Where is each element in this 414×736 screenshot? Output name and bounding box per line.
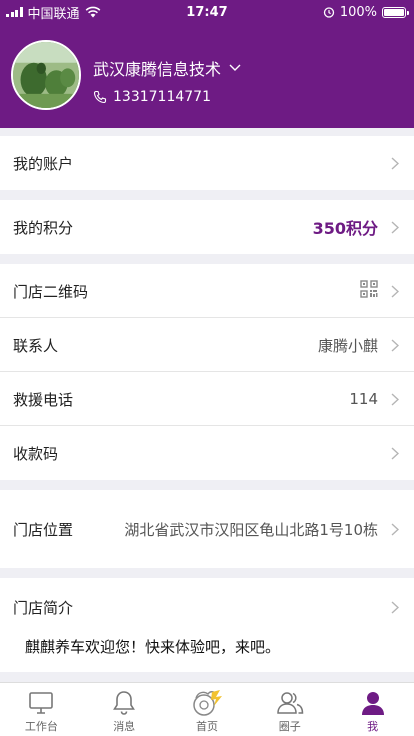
chevron-right-icon [382, 522, 408, 536]
contact-value: 康腾小麒 [317, 336, 378, 355]
tab-circle-label: 圈子 [278, 720, 301, 733]
store-location-value: 湖北省武汉市汉阳区龟山北路1号10栋 [124, 520, 378, 539]
chevron-down-icon [229, 64, 241, 71]
chevron-right-icon [382, 446, 408, 460]
store-intro-label: 门店简介 [13, 598, 74, 617]
tab-me[interactable]: 我 [331, 683, 414, 736]
phone-row[interactable]: 13317114771 [93, 89, 211, 105]
clock-time: 17:47 [186, 4, 228, 20]
avatar[interactable] [11, 40, 81, 110]
profile-header: 中国联通 17:47 100% 武汉康腾信息技术 13317114771 [0, 0, 414, 128]
chevron-right-icon [382, 156, 408, 170]
store-intro-row[interactable]: 门店简介 [0, 580, 414, 634]
chevron-right-icon [382, 600, 408, 614]
intro-section: 门店简介 [0, 578, 414, 672]
store-qrcode-label: 门店二维码 [13, 282, 89, 301]
store-location-label: 门店位置 [13, 520, 74, 539]
tab-home-label: 首页 [195, 720, 218, 733]
location-section: 门店位置 湖北省武汉市汉阳区龟山北路1号10栋 [0, 490, 414, 568]
my-points-row[interactable]: 我的积分 350积分 [0, 200, 414, 254]
chevron-right-icon [382, 392, 408, 406]
store-qrcode-row[interactable]: 门店二维码 [0, 264, 414, 318]
payment-code-row[interactable]: 收款码 [0, 426, 414, 480]
my-account-label: 我的账户 [13, 154, 74, 173]
users-icon [277, 692, 304, 714]
chevron-right-icon [382, 220, 408, 234]
rescue-phone-row[interactable]: 救援电话 114 [0, 372, 414, 426]
qilin-mascot-icon [193, 690, 222, 716]
tab-messages-label: 消息 [113, 720, 136, 733]
tab-messages[interactable]: 消息 [83, 683, 166, 736]
tab-me-label: 我 [367, 720, 379, 733]
tab-workbench-label: 工作台 [24, 720, 58, 733]
chevron-right-icon [382, 338, 408, 352]
account-section: 我的账户 [0, 136, 414, 190]
payment-code-label: 收款码 [13, 444, 59, 463]
battery-icon [382, 6, 409, 18]
tab-workbench[interactable]: 工作台 [0, 683, 83, 736]
tab-circle[interactable]: 圈子 [248, 683, 331, 736]
bell-icon [113, 691, 136, 715]
status-bar: 中国联通 17:47 100% [0, 0, 414, 24]
rescue-phone-label: 救援电话 [13, 390, 74, 409]
phone-number: 13317114771 [113, 89, 211, 105]
contact-row[interactable]: 联系人 康腾小麒 [0, 318, 414, 372]
phone-icon [93, 90, 107, 104]
points-section: 我的积分 350积分 [0, 200, 414, 254]
monitor-icon [29, 692, 54, 714]
qrcode-icon [360, 280, 378, 302]
contact-label: 联系人 [13, 336, 59, 355]
person-icon [361, 692, 384, 715]
shop-name: 武汉康腾信息技术 [93, 60, 222, 79]
store-location-row[interactable]: 门店位置 湖北省武汉市汉阳区龟山北路1号10栋 [0, 502, 414, 556]
shop-name-selector[interactable]: 武汉康腾信息技术 [93, 56, 241, 80]
points-value: 350积分 [312, 219, 378, 238]
tab-home[interactable]: 首页 [166, 683, 249, 736]
store-details-section: 门店二维码 联系人 康腾小麒 救援电话 114 收款码 [0, 264, 414, 480]
tab-bar: 工作台 消息 首页 圈子 我 [0, 682, 414, 736]
my-points-label: 我的积分 [13, 218, 74, 237]
rescue-phone-value: 114 [349, 390, 378, 408]
chevron-right-icon [382, 284, 408, 298]
my-account-row[interactable]: 我的账户 [0, 136, 414, 190]
avatar-image [13, 42, 79, 108]
store-intro-text: 麒麒养车欢迎您！快来体验吧，来吧。 [25, 638, 281, 656]
